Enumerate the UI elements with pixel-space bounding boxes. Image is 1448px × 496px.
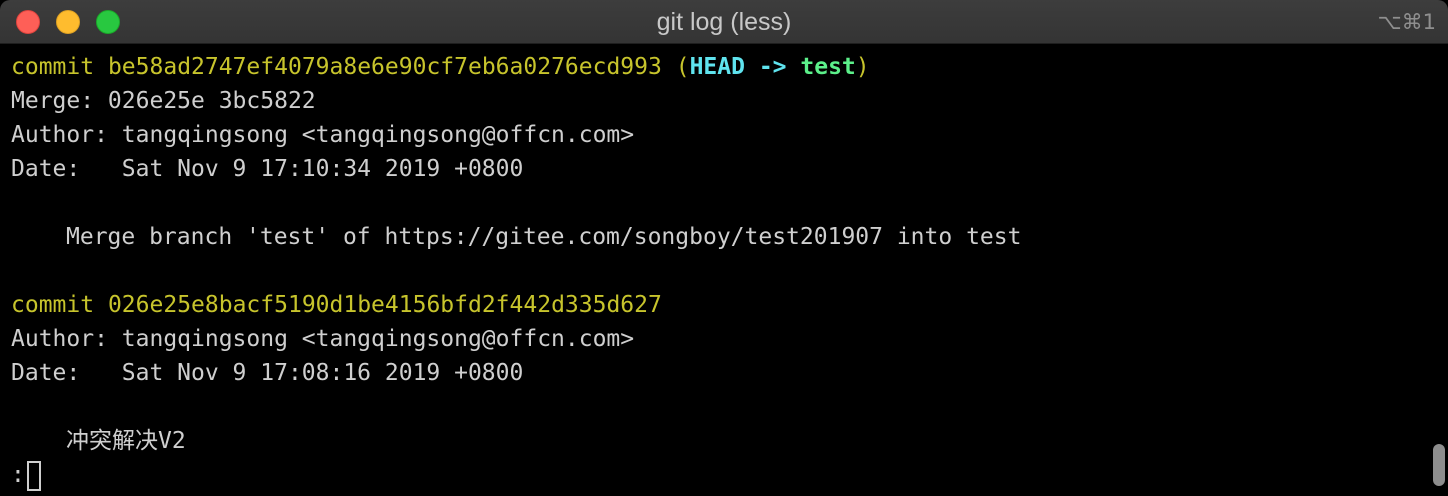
terminal-output[interactable]: commit be58ad2747ef4079a8e6e90cf7eb6a027… [11, 50, 1424, 492]
scrollbar-thumb[interactable] [1433, 444, 1445, 486]
author-line: Author: tangqingsong <tangqingsong@offcn… [11, 326, 635, 352]
ref-paren-open: ( [675, 54, 690, 80]
ref-paren-close: ) [855, 54, 870, 80]
window-title: git log (less) [656, 8, 792, 36]
commit-hash: be58ad2747ef4079a8e6e90cf7eb6a0276ecd993 [107, 54, 662, 80]
commit-message: 冲突解决V2 [66, 428, 186, 454]
commit-keyword: commit [11, 292, 95, 318]
date-line: Date: Sat Nov 9 17:08:16 2019 +0800 [11, 360, 524, 386]
window-shortcut-label: ⌥⌘1 [1377, 10, 1436, 34]
prompt-colon: : [11, 462, 25, 488]
author-line: Author: tangqingsong <tangqingsong@offcn… [11, 122, 635, 148]
commit-keyword: commit [11, 54, 95, 80]
head-ref: HEAD [689, 54, 745, 80]
date-line: Date: Sat Nov 9 17:10:34 2019 +0800 [11, 156, 524, 182]
commit-message: Merge branch 'test' of https://gitee.com… [66, 224, 1022, 250]
cursor-block [26, 460, 41, 491]
merge-line: Merge: 026e25e 3bc5822 [11, 88, 316, 114]
title-bar[interactable]: git log (less) ⌥⌘1 [0, 0, 1448, 44]
commit-hash: 026e25e8bacf5190d1be4156bfd2f442d335d627 [107, 292, 662, 318]
ref-arrow: -> [758, 54, 787, 80]
commit-line: commit 026e25e8bacf5190d1be4156bfd2f442d… [11, 288, 1424, 322]
commit-line: commit be58ad2747ef4079a8e6e90cf7eb6a027… [11, 50, 1424, 84]
terminal-window: git log (less) ⌥⌘1 commit be58ad2747ef40… [0, 0, 1448, 496]
branch-ref: test [800, 54, 856, 80]
less-prompt[interactable]: : [11, 458, 1424, 492]
